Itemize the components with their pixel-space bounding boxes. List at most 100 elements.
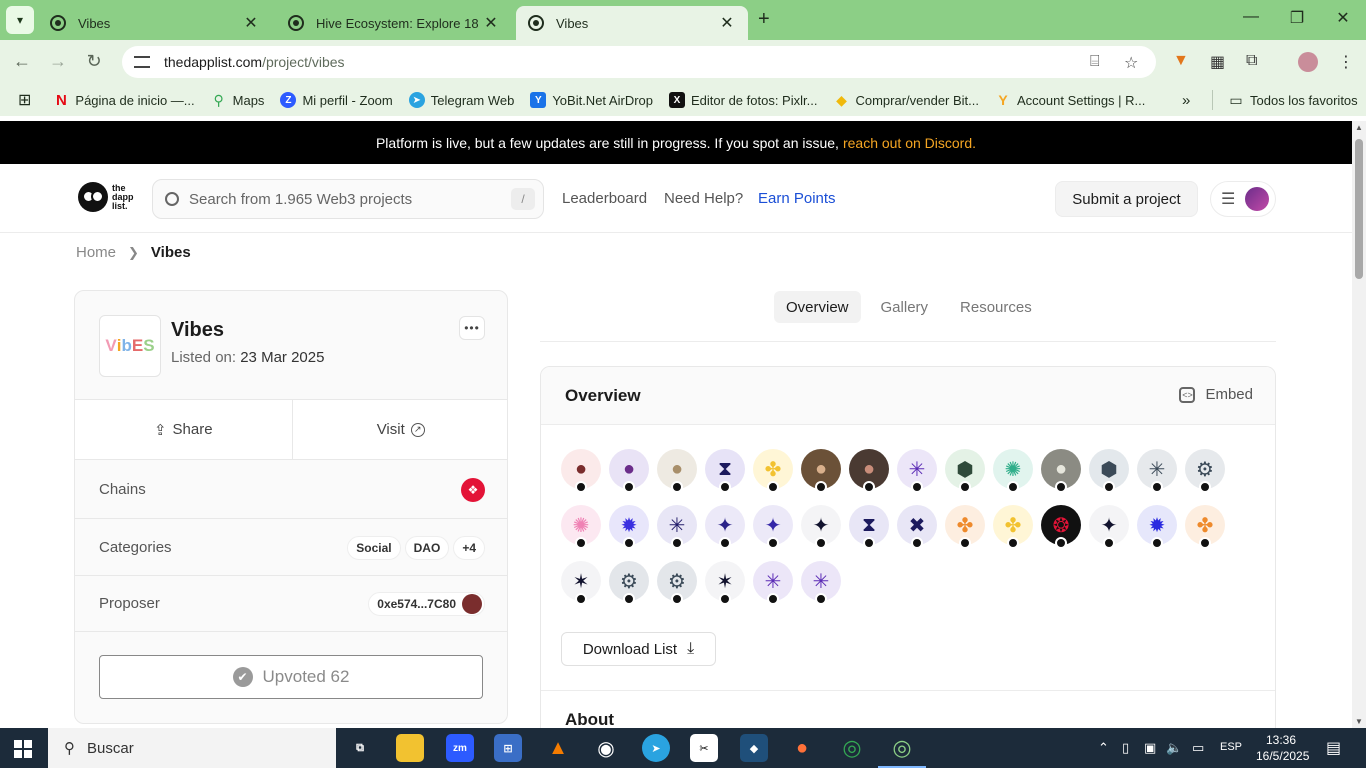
upvoter-avatar[interactable]: ✳ bbox=[1137, 449, 1177, 493]
qr-extension-icon[interactable]: ▦ bbox=[1210, 52, 1225, 72]
bookmark-telegram[interactable]: ➤ Telegram Web bbox=[408, 92, 514, 108]
upvoter-avatar[interactable]: ❂ bbox=[1041, 505, 1081, 549]
user-menu-button[interactable]: ☰ bbox=[1210, 181, 1276, 217]
browser-tab-2[interactable]: Hive Ecosystem: Explore 18 Proj ✕ bbox=[276, 6, 512, 40]
zoom-app-icon[interactable]: zm bbox=[446, 734, 474, 762]
nav-leaderboard[interactable]: Leaderboard bbox=[562, 190, 647, 207]
upvoter-avatar[interactable]: ✺ bbox=[561, 505, 601, 549]
upvoter-avatar[interactable]: ✦ bbox=[801, 505, 841, 549]
tray-chevron-icon[interactable]: ⌃ bbox=[1098, 740, 1109, 756]
bookmark-netflix[interactable]: N Página de inicio —... bbox=[53, 92, 195, 109]
project-search-input[interactable]: Search from 1.965 Web3 projects / bbox=[152, 179, 544, 219]
upvoter-avatar[interactable]: ⧗ bbox=[849, 505, 889, 549]
close-tab-icon[interactable]: ✕ bbox=[242, 13, 260, 33]
chrome-icon[interactable]: ◎ bbox=[838, 734, 866, 762]
obs-icon[interactable]: ◉ bbox=[592, 734, 620, 762]
tab-overview[interactable]: Overview bbox=[774, 291, 861, 323]
back-arrow-icon[interactable]: ← bbox=[10, 51, 34, 72]
close-tab-icon[interactable]: ✕ bbox=[718, 13, 736, 33]
upvoter-avatar[interactable]: ✤ bbox=[945, 505, 985, 549]
store-icon[interactable]: ⊞ bbox=[494, 734, 522, 762]
taskbar-clock[interactable]: 13:36 16/5/2025 bbox=[1256, 732, 1309, 764]
breadcrumb-home[interactable]: Home bbox=[76, 244, 116, 261]
bookmark-yobit[interactable]: Y YoBit.Net AirDrop bbox=[530, 92, 653, 108]
upvoter-avatar[interactable]: ✤ bbox=[753, 449, 793, 493]
upvoter-avatar[interactable]: ● bbox=[561, 449, 601, 493]
bookmark-binance[interactable]: ◆ Comprar/vender Bit... bbox=[833, 92, 979, 108]
tray-display-icon[interactable]: ▭ bbox=[1192, 740, 1204, 756]
dapplist-logo[interactable]: the dapp list. bbox=[78, 182, 134, 212]
upvoter-avatar[interactable]: ⧗ bbox=[705, 449, 745, 493]
more-bookmarks-icon[interactable]: » bbox=[1182, 92, 1190, 109]
extensions-puzzle-icon[interactable]: ⧉ bbox=[1246, 52, 1257, 70]
language-indicator[interactable]: ESP bbox=[1220, 741, 1242, 753]
upvoter-avatar[interactable]: ✦ bbox=[753, 505, 793, 549]
minimize-icon[interactable]: — bbox=[1236, 8, 1266, 26]
all-bookmarks-folder[interactable]: ▭ Todos los favoritos bbox=[1228, 92, 1357, 108]
chrome-menu-icon[interactable]: ⋮ bbox=[1338, 52, 1354, 72]
upvoter-avatar[interactable]: ✹ bbox=[609, 505, 649, 549]
bookmark-maps[interactable]: ⚲ Maps bbox=[211, 92, 265, 108]
more-categories-chip[interactable]: +4 bbox=[453, 535, 485, 560]
upvote-button[interactable]: ✔ Upvoted 62 bbox=[99, 655, 483, 699]
upvoter-avatar[interactable]: ✹ bbox=[1137, 505, 1177, 549]
upvoter-avatar[interactable]: ✖ bbox=[897, 505, 937, 549]
volume-icon[interactable]: 🔈 bbox=[1166, 740, 1182, 756]
more-options-button[interactable]: ••• bbox=[459, 316, 485, 340]
upvoter-avatar[interactable]: ● bbox=[609, 449, 649, 493]
discord-link[interactable]: reach out on Discord. bbox=[843, 135, 976, 151]
vlc-icon[interactable]: ▲ bbox=[544, 734, 572, 762]
upvoter-avatar[interactable]: ✳ bbox=[897, 449, 937, 493]
app-diamond-icon[interactable]: ◆ bbox=[740, 734, 768, 762]
upvoter-avatar[interactable]: ● bbox=[657, 449, 697, 493]
tab-resources[interactable]: Resources bbox=[948, 291, 1044, 323]
browser-tab-1[interactable]: Vibes ✕ bbox=[38, 6, 272, 40]
bookmark-pixlr[interactable]: X Editor de fotos: Pixlr... bbox=[669, 92, 817, 108]
upvoter-avatar[interactable]: ✶ bbox=[705, 561, 745, 605]
metamask-icon[interactable]: ▼ bbox=[1173, 52, 1189, 70]
upvoter-avatar[interactable]: ✳ bbox=[657, 505, 697, 549]
upvoter-avatar[interactable]: ✺ bbox=[993, 449, 1033, 493]
task-view-icon[interactable]: ⧉ bbox=[346, 734, 374, 762]
reload-icon[interactable]: ↻ bbox=[82, 51, 106, 72]
tray-network-icon[interactable]: ▣ bbox=[1144, 740, 1156, 756]
scroll-thumb[interactable] bbox=[1355, 139, 1363, 279]
hive-chain-icon[interactable]: ❖ bbox=[461, 477, 485, 502]
tab-search-button[interactable]: ▾ bbox=[6, 6, 34, 34]
nav-earn-points[interactable]: Earn Points bbox=[758, 190, 836, 207]
scroll-up-icon[interactable]: ▲ bbox=[1355, 123, 1363, 132]
submit-project-button[interactable]: Submit a project bbox=[1055, 181, 1198, 217]
nav-need-help[interactable]: Need Help? bbox=[664, 190, 743, 207]
upvoter-avatar[interactable]: ⚙ bbox=[657, 561, 697, 605]
upvoter-avatar[interactable]: ● bbox=[849, 449, 889, 493]
upvoter-avatar[interactable]: ✳ bbox=[801, 561, 841, 605]
upvoter-avatar[interactable]: ⬢ bbox=[1089, 449, 1129, 493]
category-chip[interactable]: Social bbox=[347, 535, 401, 560]
upvoter-avatar[interactable]: ✦ bbox=[705, 505, 745, 549]
upvoter-avatar[interactable]: ● bbox=[1041, 449, 1081, 493]
upvoter-avatar[interactable]: ⬢ bbox=[945, 449, 985, 493]
bookmark-zoom[interactable]: Z Mi perfil - Zoom bbox=[280, 92, 393, 108]
share-button[interactable]: ⇪ Share bbox=[75, 400, 292, 459]
upvoter-avatar[interactable]: ✶ bbox=[561, 561, 601, 605]
forward-arrow-icon[interactable]: → bbox=[46, 51, 70, 72]
apps-grid-icon[interactable]: ⊞ bbox=[18, 90, 31, 110]
file-explorer-icon[interactable] bbox=[396, 734, 424, 762]
address-bar[interactable]: thedapplist.com/project/vibes ⌸ ☆ bbox=[122, 46, 1156, 78]
new-tab-icon[interactable]: + bbox=[758, 8, 770, 31]
capcut-icon[interactable]: ✂ bbox=[690, 734, 718, 762]
chrome-profile-icon[interactable]: ◎ bbox=[878, 734, 926, 768]
upvoter-avatar[interactable]: ● bbox=[801, 449, 841, 493]
upvoter-avatar[interactable]: ⚙ bbox=[609, 561, 649, 605]
visit-button[interactable]: Visit ↗ bbox=[291, 400, 508, 459]
scroll-down-icon[interactable]: ▼ bbox=[1355, 717, 1363, 726]
firefox-icon[interactable]: ● bbox=[788, 734, 816, 762]
bookmark-star-icon[interactable]: ☆ bbox=[1124, 53, 1138, 73]
upvoter-avatar[interactable]: ✦ bbox=[1089, 505, 1129, 549]
tray-device-icon[interactable]: ▯ bbox=[1122, 740, 1129, 756]
profile-avatar-icon[interactable] bbox=[1298, 52, 1318, 72]
category-chip[interactable]: DAO bbox=[404, 535, 450, 560]
upvoter-avatar[interactable]: ✤ bbox=[993, 505, 1033, 549]
embed-button[interactable]: <> Embed bbox=[1179, 386, 1253, 403]
translate-icon[interactable]: ⌸ bbox=[1090, 53, 1100, 71]
